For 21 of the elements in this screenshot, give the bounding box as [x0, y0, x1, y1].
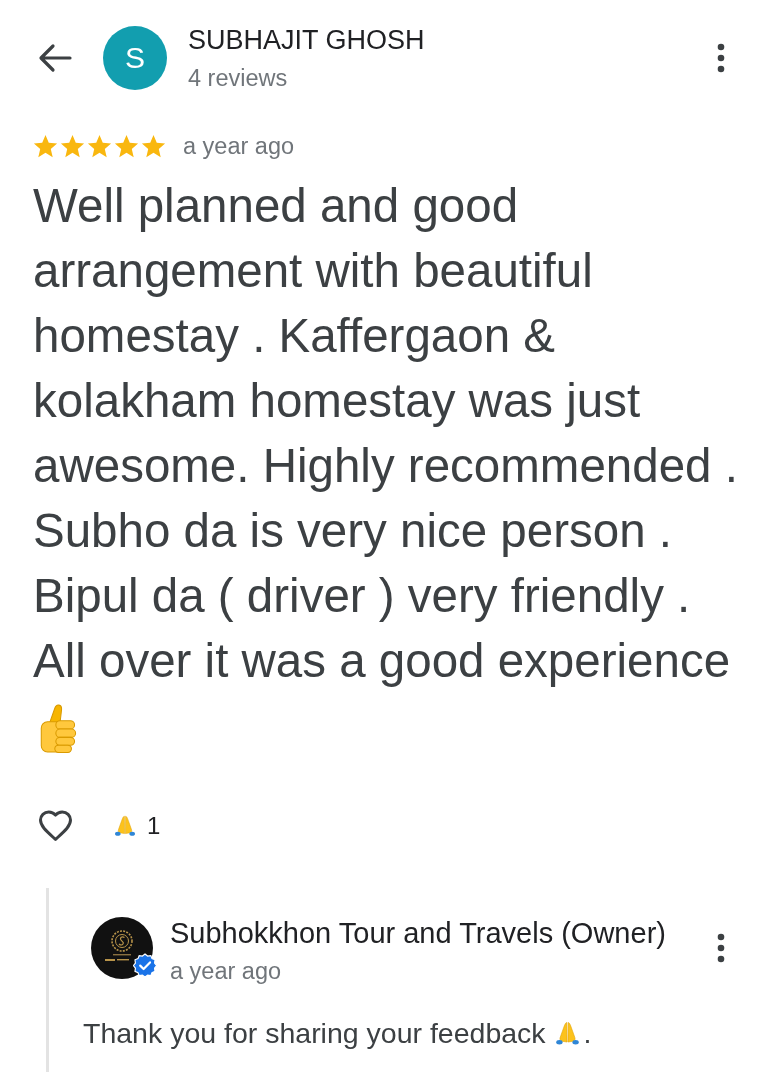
star-icon: [140, 132, 167, 160]
owner-name: Subhokkhon Tour and Travels (Owner): [170, 916, 666, 950]
star-icon: [32, 132, 59, 160]
review-count: 4 reviews: [188, 64, 288, 93]
reply-text: Thank you for sharing your feedback: [83, 1016, 546, 1050]
back-arrow-icon[interactable]: [38, 43, 72, 73]
star-icon: [113, 132, 140, 160]
star-icon: [59, 132, 86, 160]
more-options-icon[interactable]: [717, 933, 725, 963]
praying-hands-icon: [553, 1019, 581, 1047]
praying-hands-icon: [113, 813, 137, 838]
avatar-initial: S: [103, 26, 167, 90]
reply-time: a year ago: [170, 957, 282, 986]
more-options-icon[interactable]: [717, 43, 725, 73]
review-time: a year ago: [183, 132, 295, 160]
reaction-count: 1: [147, 811, 161, 840]
reviewer-name: SUBHAJIT GHOSH: [188, 24, 425, 57]
reply-period: .: [583, 1016, 592, 1050]
heart-icon[interactable]: [37, 809, 74, 842]
review-text: Well planned and good arrangement with beautiful homestay . Kaffergaon & kolakham homestay was just awesome. Highly recommended . Subho da is very nice person . Bipul da ( driver ) very friendly . All over it was a good experience: [33, 178, 739, 689]
star-icon: [86, 132, 113, 160]
